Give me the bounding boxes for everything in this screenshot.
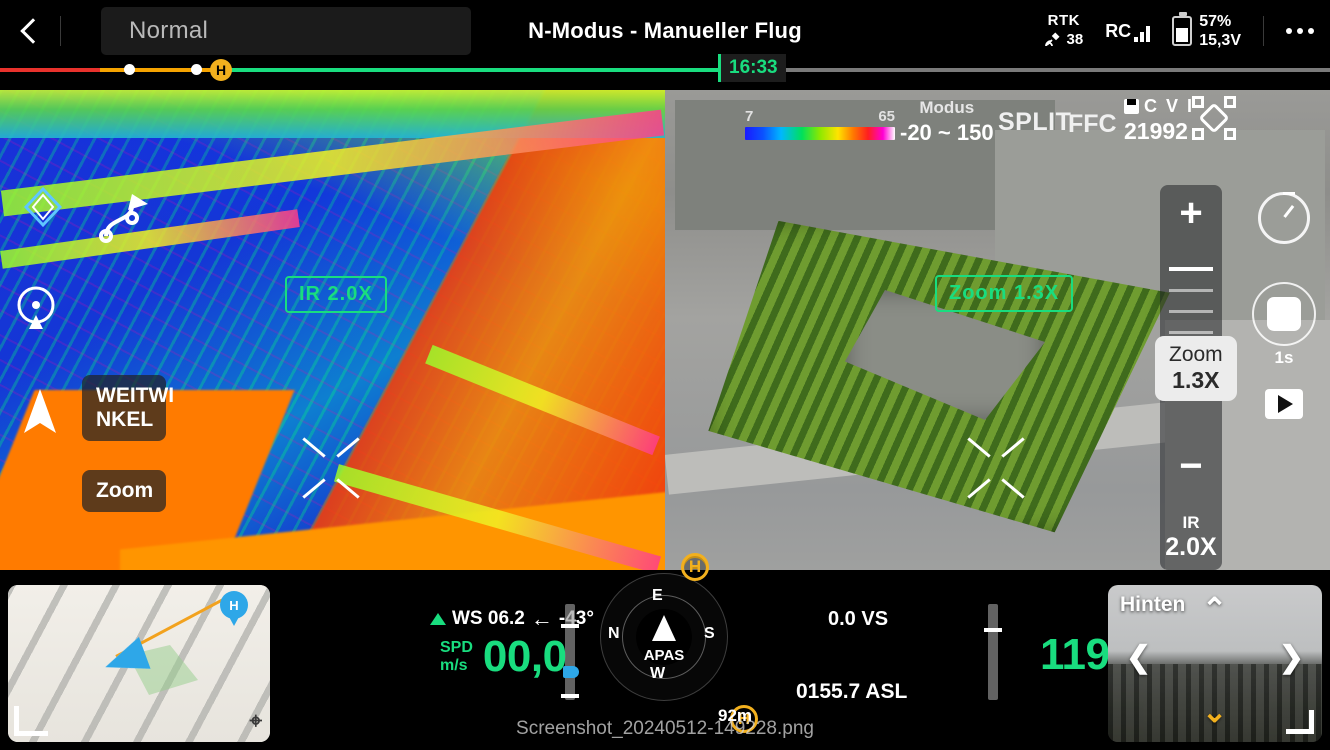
flight-route-icon[interactable]: [92, 188, 154, 250]
lens-wide-button[interactable]: WEITWI NKEL: [82, 375, 174, 442]
interval-label: 1s: [1274, 348, 1294, 367]
visible-zoom-badge[interactable]: Zoom 1.3X: [935, 275, 1074, 312]
compass-cardinal-n: N: [608, 625, 620, 642]
compass-heading-arrow: [652, 615, 676, 641]
vertical-speed-readout: 0.0 VS: [828, 608, 888, 631]
divider: [60, 16, 61, 46]
flight-mode-title: N-Modus - Manueller Flug: [528, 18, 802, 43]
ir-zoom-readout[interactable]: IR 2.0X: [1160, 513, 1222, 562]
speed-value: 00,0: [482, 632, 567, 681]
timeline-waypoint[interactable]: [191, 64, 202, 75]
divider: [1263, 16, 1264, 46]
thermal-max-temp: 65: [878, 108, 895, 125]
rc-label: RC: [1105, 20, 1132, 41]
gimbal-attitude-icon[interactable]: [22, 185, 64, 243]
battery-status[interactable]: 57% 15,3V: [1172, 12, 1241, 50]
flight-mode-value: Normal: [129, 17, 209, 44]
ir-zoom-value: 2.0X: [1165, 533, 1217, 561]
chevron-left-icon: [20, 18, 46, 44]
lens-wide-label: WEITWI NKEL: [96, 384, 175, 432]
capture-frame-icon[interactable]: [1192, 96, 1236, 140]
timeline-waypoint[interactable]: [124, 64, 135, 75]
wind-icon: [430, 613, 446, 625]
thermal-scale[interactable]: 7 65: [745, 108, 895, 140]
drone-controller-screen: Normal N-Modus - Manueller Flug RTK 38 R…: [0, 0, 1330, 750]
north-arrow-icon: [24, 389, 56, 433]
lens-zoom-button[interactable]: Zoom: [82, 470, 166, 513]
satellite-icon: [1044, 32, 1060, 47]
visible-focus-crosshair: [965, 437, 1027, 499]
timeline-segment-grey: [775, 68, 1330, 72]
apas-label: APAS: [643, 647, 685, 664]
screenshot-watermark: Screenshot_20240512-149228.png: [516, 718, 814, 739]
shutter-button[interactable]: [1252, 282, 1316, 346]
vertical-speed-value: 0.0: [828, 608, 856, 630]
ffc-button[interactable]: FFC: [1068, 110, 1117, 139]
speed-indicator-bar: [561, 604, 579, 700]
top-status-bar: Normal N-Modus - Manueller Flug RTK 38 R…: [0, 0, 1330, 62]
thermal-mode-display[interactable]: Modus -20 ~ 150: [900, 98, 994, 146]
ir-zoom-label: IR: [1182, 513, 1200, 532]
battery-percent: 57%: [1199, 12, 1232, 30]
play-icon[interactable]: [1265, 389, 1303, 419]
back-button[interactable]: [0, 0, 60, 62]
compass-cardinal-e: E: [652, 587, 663, 604]
status-indicators: RTK 38 RC 57% 15,3V: [1044, 0, 1330, 62]
timeline-segment-orange: [100, 68, 220, 72]
compass-cardinal-s: W: [650, 665, 666, 682]
compass-home-marker: H: [681, 553, 709, 581]
timeline-segment-red: [0, 68, 100, 72]
lens-zoom-label: Zoom: [96, 479, 154, 502]
thermal-mode-label: Modus: [919, 98, 975, 117]
zoom-out-button[interactable]: −: [1160, 446, 1222, 486]
thermal-mode-range: -20 ~ 150: [900, 120, 994, 145]
thermal-min-temp: 7: [745, 108, 754, 125]
signal-bars-icon: [1134, 25, 1151, 42]
rtk-label: RTK: [1047, 12, 1080, 30]
storage-label: C V I: [1144, 96, 1195, 116]
wind-direction-arrow: ←: [530, 606, 553, 631]
flight-mode-selector[interactable]: Normal: [101, 7, 471, 55]
thermal-palette-bar: [745, 127, 895, 140]
zoom-in-button[interactable]: +: [1160, 193, 1222, 233]
vertical-speed-label: VS: [861, 608, 889, 630]
storage-count: 21992: [1124, 118, 1188, 144]
timer-rotate-icon[interactable]: [1258, 192, 1310, 244]
split-view-button[interactable]: SPLIT: [998, 108, 1071, 137]
zoom-tooltip-label: Zoom: [1169, 343, 1223, 366]
storage-status[interactable]: C V I 21992: [1124, 96, 1194, 145]
timeline-timestamp: 16:33: [718, 54, 786, 82]
altitude-asl-value: 0155.7 ASL: [796, 680, 908, 703]
speed-label: SPD: [440, 639, 473, 657]
chevron-right-icon[interactable]: ❯: [1279, 643, 1304, 673]
speed-unit: m/s: [440, 657, 468, 674]
zoom-tooltip-value: 1.3X: [1172, 367, 1220, 394]
home-pin-icon[interactable]: H: [220, 591, 248, 626]
rear-camera-label: Hinten: [1120, 593, 1186, 616]
more-dots-icon[interactable]: [1286, 28, 1314, 34]
battery-voltage: 15,3V: [1199, 32, 1241, 49]
compass-cardinal-south: S: [704, 625, 715, 642]
aim-lock-icon[interactable]: [16, 285, 58, 337]
zoom-tooltip: Zoom 1.3X: [1155, 336, 1237, 401]
chevron-left-icon[interactable]: ❮: [1126, 643, 1151, 673]
rc-signal[interactable]: RC: [1105, 20, 1151, 42]
altitude-indicator-bar: [984, 604, 1002, 700]
timeline-segment-green: [220, 68, 718, 72]
ir-zoom-badge[interactable]: IR 2.0X: [285, 276, 387, 313]
rtk-value: 38: [1066, 31, 1084, 48]
wind-speed-value: WS 06.2: [452, 608, 525, 629]
chevron-up-icon[interactable]: ⌃: [1202, 595, 1227, 625]
battery-icon: [1172, 12, 1193, 46]
ir-focus-crosshair: [300, 437, 362, 499]
rtk-status[interactable]: RTK 38: [1044, 12, 1084, 50]
compass-widget[interactable]: W E S N APAS: [600, 573, 728, 701]
timeline-home-marker: H: [210, 59, 232, 81]
speed-readout: SPD m/s 00,0: [440, 632, 567, 682]
flight-timeline[interactable]: H 16:33: [0, 54, 1330, 90]
sdcard-icon: [1124, 99, 1139, 114]
